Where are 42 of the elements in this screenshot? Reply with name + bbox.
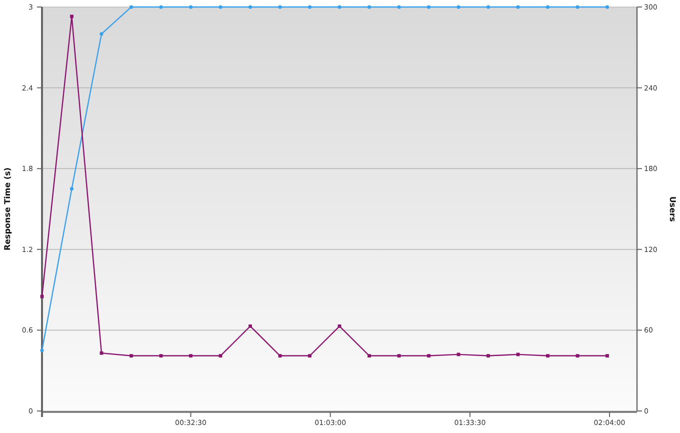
data-point [486, 354, 490, 358]
data-point [338, 324, 342, 328]
data-point [576, 354, 580, 358]
data-point [368, 354, 371, 358]
data-point [546, 5, 550, 9]
data-point [129, 5, 134, 9]
data-point [40, 294, 44, 298]
data-point [427, 354, 430, 358]
data-point [338, 5, 342, 9]
data-point [308, 5, 312, 9]
data-point [546, 354, 550, 358]
data-point [606, 354, 609, 358]
data-point [516, 352, 520, 356]
data-point [218, 5, 222, 9]
data-point [278, 5, 282, 9]
data-point [70, 187, 74, 191]
data-point [188, 5, 193, 9]
axis-title: Response Time (s) [3, 167, 12, 251]
data-point [308, 354, 312, 358]
data-point [576, 5, 580, 9]
data-point [159, 354, 163, 358]
data-point [426, 5, 431, 9]
data-point [189, 354, 192, 358]
data-point [248, 324, 252, 328]
data-point [456, 5, 460, 9]
data-point [516, 5, 520, 9]
data-point [218, 354, 222, 358]
data-point [100, 351, 104, 355]
data-point [486, 5, 490, 9]
data-point [367, 5, 372, 9]
data-point [397, 354, 401, 358]
data-point [397, 5, 401, 9]
data-point [159, 5, 163, 9]
data-point [605, 5, 610, 9]
axis-title: Users [668, 196, 677, 222]
data-point [100, 32, 104, 36]
data-point [130, 354, 133, 358]
data-point [70, 14, 74, 18]
data-point [248, 5, 252, 9]
data-point [456, 352, 460, 356]
data-point [278, 354, 282, 358]
data-point [40, 348, 44, 352]
